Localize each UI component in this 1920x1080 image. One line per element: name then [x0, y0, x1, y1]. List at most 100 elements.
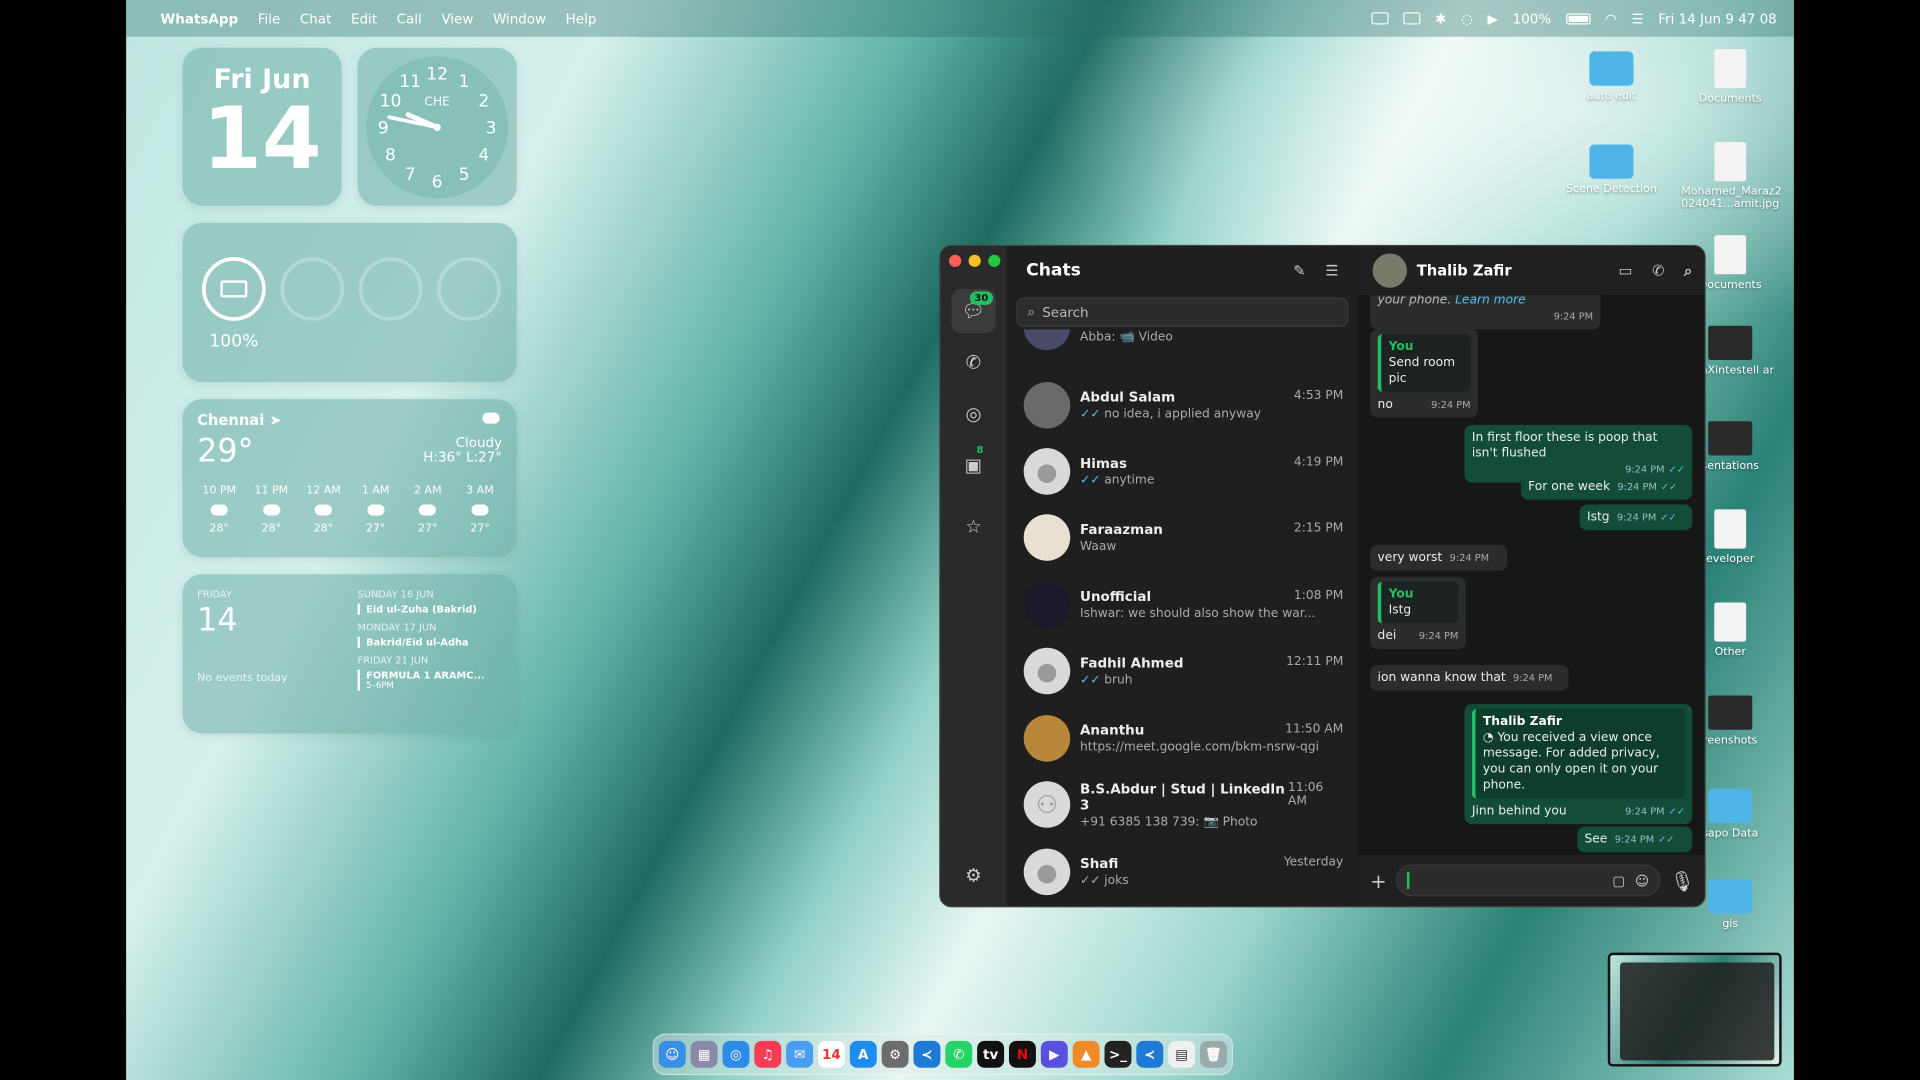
message-bubble[interactable]: For one week 9:24 PM ✓✓ — [1520, 473, 1693, 500]
message-bubble[interactable]: Istg 9:24 PM ✓✓ — [1579, 504, 1693, 531]
chat-item[interactable]: ⚇ B.S.Abdur | Stud | LinkedIn 3 11:06 AM +… — [1007, 771, 1358, 837]
folder-icon — [1708, 788, 1753, 823]
wifi-icon[interactable]: ◠ — [1605, 10, 1617, 26]
calendar-event[interactable]: Bakrid/Eid ul-Adha — [357, 636, 505, 648]
clock-widget[interactable]: 12 1 2 3 4 5 6 7 8 9 10 11 CHE — [357, 47, 517, 206]
emoji-icon[interactable]: ☺ — [1635, 872, 1649, 888]
chat-item[interactable]: ● Himas 4:19 PM ✓✓ anytime — [1007, 438, 1358, 504]
message-bubble[interactable]: See 9:24 PM ✓✓ — [1577, 826, 1693, 853]
contact-name[interactable]: Thalib Zafir — [1417, 262, 1512, 279]
calendar-app-icon[interactable]: 14 — [817, 1040, 845, 1068]
airdrop-icon[interactable]: ◌ — [1461, 10, 1473, 26]
menu-call[interactable]: Call — [397, 10, 422, 26]
chat-item[interactable]: ● Shafi Yesterday ✓✓ joks — [1007, 839, 1358, 905]
vscode-icon[interactable]: ≺ — [913, 1040, 941, 1068]
search-icon[interactable]: ⌕ — [1684, 261, 1692, 279]
desktop-icon[interactable]: auto edit — [1562, 51, 1660, 103]
quoted-message[interactable]: Thalib Zafir ◔ You received a view once m… — [1471, 708, 1685, 799]
apple-tv-icon[interactable]: tv — [977, 1040, 1005, 1068]
desktop-icon[interactable]: Mohamed_Maraz2 024041...amit.jpg — [1681, 142, 1782, 211]
system-settings-icon[interactable]: ⚙ — [881, 1040, 909, 1068]
vscode-icon[interactable]: ≺ — [1136, 1040, 1164, 1068]
document-icon[interactable]: ▤ — [1168, 1040, 1196, 1068]
chat-item[interactable]: Abba: 📹 Video — [1007, 329, 1358, 358]
menubar-clock[interactable]: Fri 14 Jun 9 47 08 — [1658, 10, 1776, 26]
message-bubble[interactable]: your phone. Learn more 9:24 PM — [1370, 295, 1601, 330]
safari-icon[interactable]: ◎ — [722, 1040, 750, 1068]
bluetooth-icon[interactable]: ✱ — [1435, 10, 1446, 26]
weather-widget[interactable]: Chennai ➤ 29° Cloudy H:36° L:27° 10 PM 28… — [182, 399, 517, 558]
desktop-icon[interactable]: Documents — [1681, 48, 1779, 105]
rail-chats-button[interactable]: 💬︎ 30 — [951, 288, 996, 334]
display-icon[interactable] — [1403, 12, 1421, 25]
desktop-icon[interactable]: Scene Detection — [1562, 144, 1660, 196]
chat-item[interactable]: Ananthu 11:50 AM https://meet.google.com/b… — [1007, 705, 1358, 771]
calendar-widget[interactable]: FRIDAY 14 No events today SUNDAY 16 JUN … — [182, 574, 517, 734]
zoom-window-button[interactable] — [988, 254, 1001, 267]
rail-calls-button[interactable]: ✆ — [951, 340, 995, 384]
delivered-tick-icon: ✓✓ — [1080, 874, 1101, 888]
filter-icon[interactable]: ☰ — [1325, 262, 1338, 279]
chat-item[interactable]: Abdul Salam 4:53 PM ✓✓ no idea, i applied a… — [1007, 372, 1358, 438]
calendar-event[interactable]: Eid ul-Zuha (Bakrid) — [357, 603, 505, 615]
vlc-icon[interactable]: ▲ — [1072, 1040, 1100, 1068]
message-time: 9:24 PM — [1513, 672, 1553, 684]
plus-icon[interactable]: + — [1370, 869, 1386, 892]
video-call-icon[interactable]: ▭ — [1619, 261, 1633, 279]
rail-starred-button[interactable]: ☆ — [951, 504, 995, 548]
launchpad-icon[interactable]: ▦ — [690, 1040, 718, 1068]
conversation-header[interactable]: Thalib Zafir ▭ ✆ ⌕ — [1357, 246, 1705, 296]
menu-file[interactable]: File — [258, 10, 281, 26]
wallet-icon[interactable] — [1371, 12, 1389, 25]
chat-item[interactable]: Faraazman 2:15 PM Waaw — [1007, 504, 1358, 570]
thumbnail-window — [1620, 962, 1775, 1061]
media-player-icon[interactable]: ▶ — [1040, 1040, 1068, 1068]
menu-help[interactable]: Help — [566, 10, 597, 26]
control-center-icon[interactable]: ☰ — [1631, 10, 1643, 26]
menu-window[interactable]: Window — [493, 10, 546, 26]
play-icon[interactable]: ▶ — [1488, 10, 1498, 26]
contact-avatar[interactable] — [1372, 253, 1407, 288]
new-chat-icon[interactable]: ✎ — [1293, 262, 1305, 279]
trash-icon[interactable]: 🗑︎ — [1200, 1040, 1227, 1068]
message-bubble[interactable]: ion wanna know that 9:24 PM — [1370, 664, 1569, 691]
rail-status-button[interactable]: ◎ — [951, 392, 995, 436]
menu-edit[interactable]: Edit — [351, 10, 377, 26]
message-bubble[interactable]: Thalib Zafir ◔ You received a view once m… — [1464, 704, 1693, 825]
app-store-icon[interactable]: A — [849, 1040, 877, 1068]
message-input[interactable]: ▢ ☺ — [1396, 864, 1661, 897]
rail-settings-button[interactable]: ⚙ — [951, 853, 995, 897]
date-widget[interactable]: Fri Jun 14 — [182, 47, 342, 206]
chat-search[interactable]: ⌕ Search — [1016, 297, 1349, 327]
chat-item[interactable]: ● Fadhil Ahmed 12:11 PM ✓✓ bruh — [1007, 638, 1358, 704]
mail-icon[interactable]: ✉ — [786, 1040, 814, 1068]
microphone-icon[interactable]: 🎙︎ — [1670, 869, 1695, 892]
netflix-icon[interactable]: N — [1008, 1040, 1036, 1068]
battery-icon[interactable] — [1565, 12, 1591, 24]
terminal-icon[interactable]: >_ — [1104, 1040, 1132, 1068]
message-bubble[interactable]: very worst 9:24 PM — [1370, 544, 1508, 571]
message-bubble[interactable]: You Istg dei 9:24 PM — [1370, 576, 1466, 649]
clock-number: 3 — [486, 118, 497, 138]
battery-widget[interactable]: 100% — [182, 222, 517, 383]
sticker-icon[interactable]: ▢ — [1612, 872, 1625, 888]
screenshot-thumbnail[interactable] — [1607, 952, 1782, 1067]
learn-more-link[interactable]: Learn more — [1455, 295, 1526, 307]
voice-call-icon[interactable]: ✆ — [1652, 261, 1664, 279]
close-window-button[interactable] — [948, 254, 962, 267]
whatsapp-icon[interactable]: ✆ — [945, 1040, 973, 1068]
menu-chat[interactable]: Chat — [300, 10, 331, 26]
image-file-icon — [1708, 325, 1753, 361]
quoted-message[interactable]: You Send room pic — [1377, 334, 1471, 392]
calendar-event[interactable]: FORMULA 1 ARAMC... 5–6PM — [357, 669, 505, 691]
rail-updates-button[interactable]: ▣ 8 — [951, 443, 995, 487]
menu-view[interactable]: View — [441, 10, 473, 26]
finder-icon[interactable]: ☺ — [658, 1040, 686, 1068]
chat-item[interactable]: Unofficial 1:08 PM Ishwar: we should also … — [1007, 572, 1358, 638]
menu-app-name[interactable]: WhatsApp — [160, 10, 238, 26]
weather-city: Chennai ➤ — [197, 411, 282, 429]
music-icon[interactable]: ♫ — [754, 1040, 782, 1068]
message-bubble[interactable]: You Send room pic no 9:24 PM — [1370, 329, 1478, 418]
quoted-message[interactable]: You Istg — [1377, 581, 1459, 624]
minimize-window-button[interactable] — [968, 254, 981, 267]
